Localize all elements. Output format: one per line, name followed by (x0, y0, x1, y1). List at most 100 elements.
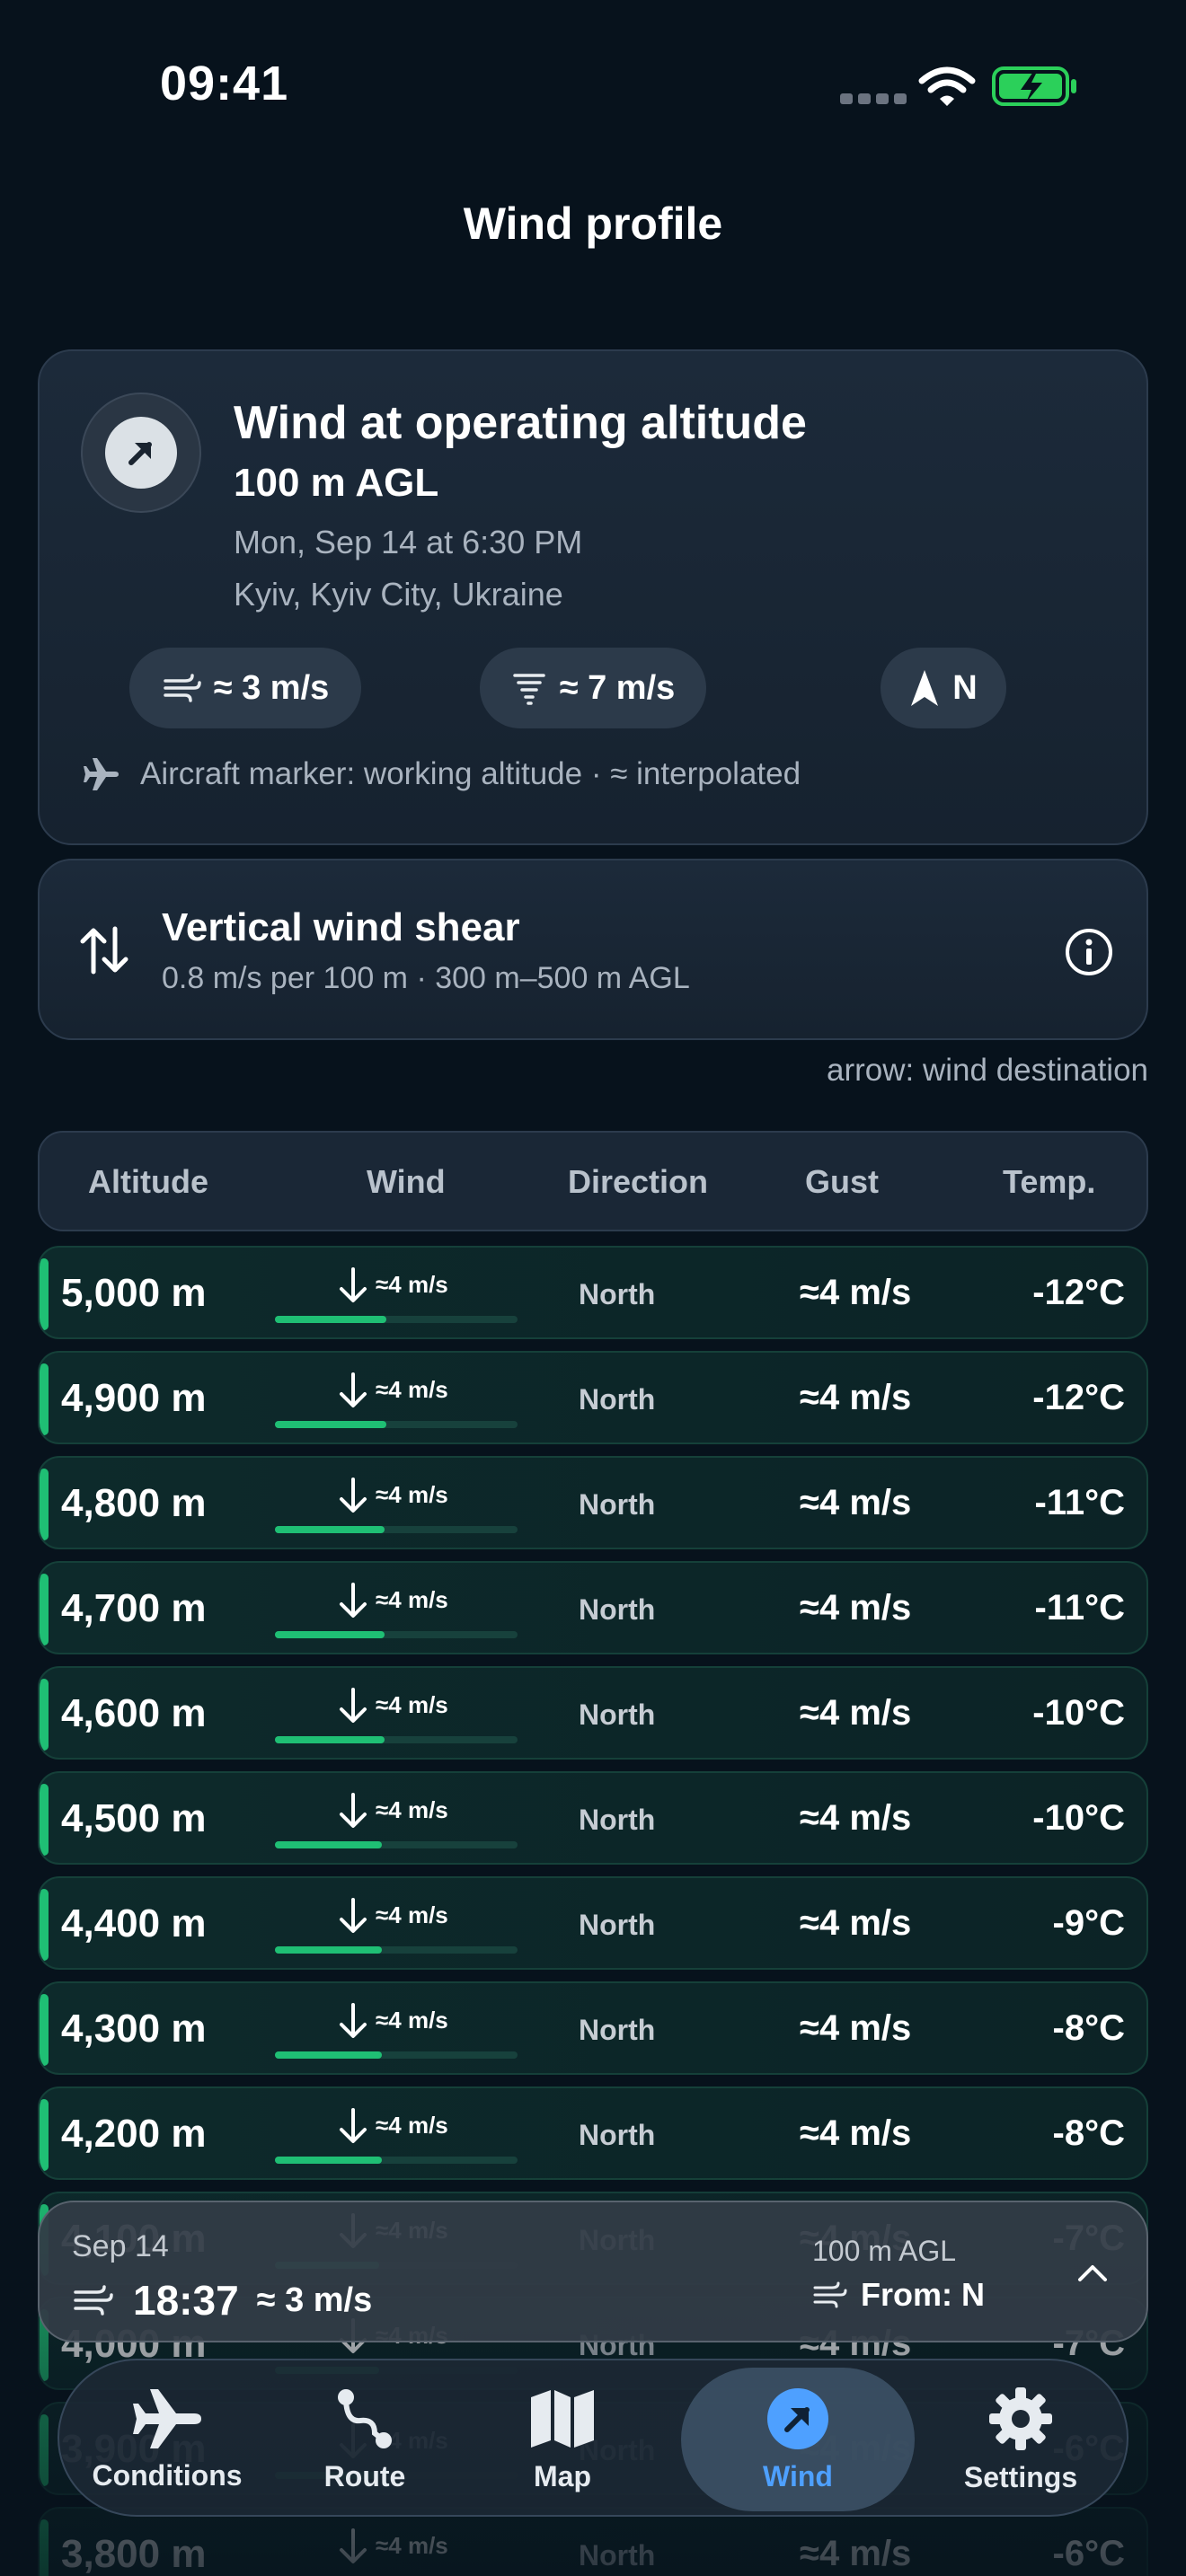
tab-bar: Conditions Route Map Wind Settings (58, 2359, 1128, 2517)
mini-time: 18:37 (133, 2277, 239, 2324)
column-header-gust: Gust (805, 1163, 880, 1200)
wind-speed-value: ≈ 3 m/s (213, 668, 330, 707)
arrow-down-icon (340, 1583, 367, 1618)
row-temperature: -11°C (1034, 1483, 1126, 1522)
shear-subtitle: 0.8 m/s per 100 m · 300 m–500 m AGL (162, 961, 690, 995)
time-summary-panel[interactable]: Sep 14 18:37 ≈ 3 m/s 100 m AGL From: N (38, 2201, 1148, 2342)
row-wind-speed: ≈4 m/s (376, 1271, 448, 1298)
table-row[interactable]: 5,000 m ≈4 m/s North ≈4 m/s -12°C (38, 1246, 1148, 1339)
table-row[interactable]: 4,600 m ≈4 m/s North ≈4 m/s -10°C (38, 1666, 1148, 1760)
row-wind-speed: ≈4 m/s (376, 1376, 448, 1403)
row-temperature: -8°C (1052, 2113, 1125, 2153)
wind-speed-bar-fill (275, 2157, 382, 2164)
table-row[interactable]: 4,200 m ≈4 m/s North ≈4 m/s -8°C (38, 2086, 1148, 2180)
row-accent (40, 1258, 49, 1330)
row-gust: ≈4 m/s (800, 2113, 912, 2153)
aircraft-marker-note: Aircraft marker: working altitude · ≈ in… (83, 755, 801, 793)
row-altitude: 4,600 m (61, 1691, 207, 1735)
wind-speed-bar (275, 1946, 518, 1954)
tab-label: Map (534, 2459, 591, 2492)
row-gust: ≈4 m/s (800, 1693, 912, 1733)
row-temperature: -8°C (1052, 2008, 1125, 2048)
row-gust: ≈4 m/s (800, 1588, 912, 1628)
arrow-down-icon (340, 1478, 367, 1513)
wind-speed-bar-fill (275, 1946, 382, 1954)
wind-speed-bar-fill (275, 2051, 382, 2059)
tab-label: Wind (763, 2459, 833, 2492)
route-icon (338, 2388, 392, 2448)
row-altitude: 4,300 m (61, 2007, 207, 2051)
wind-speed-chip: ≈ 3 m/s (129, 648, 361, 728)
table-row[interactable]: 4,300 m ≈4 m/s North ≈4 m/s -8°C (38, 1981, 1148, 2075)
arrow-down-icon (340, 1688, 367, 1723)
wind-speed-bar (275, 1316, 518, 1323)
row-accent (40, 1784, 49, 1856)
row-accent (40, 1994, 49, 2066)
row-wind: ≈4 m/s (275, 1369, 518, 1432)
column-header-altitude: Altitude (88, 1163, 208, 1200)
info-icon[interactable] (1064, 927, 1114, 977)
row-altitude: 5,000 m (61, 1271, 207, 1315)
tab-label: Route (323, 2459, 406, 2492)
column-header-wind: Wind (367, 1163, 446, 1200)
map-icon (531, 2389, 594, 2448)
tab-route[interactable]: Route (275, 2360, 455, 2519)
direction-value: N (952, 668, 978, 707)
tab-settings[interactable]: Settings (922, 2360, 1120, 2519)
row-accent (40, 2099, 49, 2171)
row-temperature: -12°C (1032, 1378, 1125, 1417)
table-row[interactable]: 4,700 m ≈4 m/s North ≈4 m/s -11°C (38, 1561, 1148, 1654)
table-row[interactable]: 4,800 m ≈4 m/s North ≈4 m/s -11°C (38, 1456, 1148, 1549)
wind-arrow-icon (128, 442, 152, 465)
airplane-icon (84, 758, 119, 790)
row-wind: ≈4 m/s (275, 1264, 518, 1327)
wind-shear-card[interactable]: Vertical wind shear 0.8 m/s per 100 m · … (38, 859, 1148, 1040)
row-wind: ≈4 m/s (275, 2104, 518, 2167)
row-direction: North (579, 1593, 656, 1626)
tab-map[interactable]: Map (473, 2360, 652, 2519)
row-wind: ≈4 m/s (275, 1894, 518, 1957)
mini-from-text: From: N (861, 2276, 985, 2313)
row-accent (40, 1889, 49, 1961)
row-direction: North (579, 1909, 656, 1941)
wind-summary-card: Wind at operating altitude 100 m AGL Mon… (38, 349, 1148, 845)
row-wind: ≈4 m/s (275, 1999, 518, 2062)
arrow-down-icon (340, 2108, 367, 2143)
tornado-icon (512, 674, 545, 705)
row-altitude: 4,800 m (61, 1481, 207, 1525)
arrow-down-icon (340, 2003, 367, 2038)
status-time: 09:41 (160, 57, 289, 110)
row-direction: North (579, 1488, 656, 1521)
row-wind: ≈4 m/s (275, 1789, 518, 1852)
arrow-down-icon (340, 1793, 367, 1828)
chevron-up-icon[interactable] (1073, 2253, 1112, 2292)
row-wind: ≈4 m/s (275, 1579, 518, 1642)
summary-location: Kyiv, Kyiv City, Ukraine (234, 576, 563, 613)
summary-altitude: 100 m AGL (234, 461, 439, 505)
row-direction: North (579, 2119, 656, 2151)
table-row[interactable]: 4,500 m ≈4 m/s North ≈4 m/s -10°C (38, 1771, 1148, 1865)
battery-charging-icon (992, 66, 1076, 106)
wind-speed-bar-fill (275, 1841, 382, 1848)
table-row[interactable]: 4,900 m ≈4 m/s North ≈4 m/s -12°C (38, 1351, 1148, 1444)
wind-speed-bar (275, 1526, 518, 1533)
row-direction: North (579, 1383, 656, 1416)
column-header-temp: Temp. (1003, 1163, 1096, 1200)
wind-speed-bar-fill (275, 1421, 387, 1428)
gust-value: ≈ 7 m/s (559, 668, 676, 707)
mini-wind-readout: 18:37 ≈ 3 m/s (72, 2276, 372, 2325)
wind-speed-bar (275, 1736, 518, 1743)
row-direction: North (579, 1698, 656, 1731)
tab-conditions[interactable]: Conditions (68, 2360, 266, 2519)
direction-chip: N (881, 648, 1006, 728)
row-accent (40, 1574, 49, 1645)
wind-arrow-icon (767, 2387, 828, 2449)
arrow-down-icon (340, 1372, 367, 1407)
row-wind-speed: ≈4 m/s (376, 1796, 448, 1823)
summary-datetime: Mon, Sep 14 at 6:30 PM (234, 524, 583, 560)
cellular-signal-icon (840, 93, 907, 104)
row-accent (40, 1363, 49, 1435)
tab-wind[interactable]: Wind (681, 2368, 915, 2511)
table-row[interactable]: 4,400 m ≈4 m/s North ≈4 m/s -9°C (38, 1876, 1148, 1970)
row-accent (40, 1679, 49, 1751)
